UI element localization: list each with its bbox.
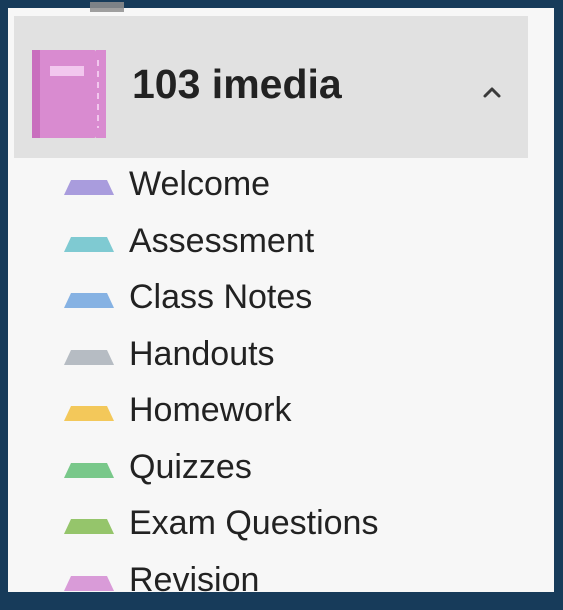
section-label: Homework (129, 392, 291, 429)
previous-item-edge (90, 2, 124, 12)
section-tab-icon (64, 463, 114, 478)
notebook-title: 103 imedia (132, 64, 342, 105)
section-item[interactable]: Handouts (8, 328, 554, 385)
section-tab-icon (64, 180, 114, 195)
section-label: Handouts (129, 336, 275, 373)
section-item[interactable]: Assessment (8, 215, 554, 272)
section-label: Welcome (129, 166, 270, 203)
section-tab-icon (64, 576, 114, 591)
section-item[interactable]: Exam Questions (8, 497, 554, 554)
section-label: Assessment (129, 223, 314, 260)
section-tab-icon (64, 406, 114, 421)
section-tab-icon (64, 519, 114, 534)
section-tab-icon (64, 237, 114, 252)
notebook-icon (32, 50, 106, 138)
notebook-header[interactable]: 103 imedia (14, 16, 528, 158)
section-item[interactable]: Welcome (8, 158, 554, 215)
section-label: Revision (129, 562, 259, 599)
section-label: Exam Questions (129, 505, 378, 542)
section-tab-icon (64, 350, 114, 365)
notebook-panel: 103 imedia Welcome Assessment Class Notes H… (8, 8, 554, 592)
section-label: Class Notes (129, 279, 312, 316)
section-item[interactable]: Revision (8, 554, 554, 610)
section-item[interactable]: Quizzes (8, 441, 554, 498)
section-item[interactable]: Class Notes (8, 271, 554, 328)
section-list: Welcome Assessment Class Notes Handouts Home… (8, 158, 554, 610)
section-item[interactable]: Homework (8, 384, 554, 441)
chevron-up-icon[interactable] (480, 84, 504, 100)
section-tab-icon (64, 293, 114, 308)
section-label: Quizzes (129, 449, 252, 486)
